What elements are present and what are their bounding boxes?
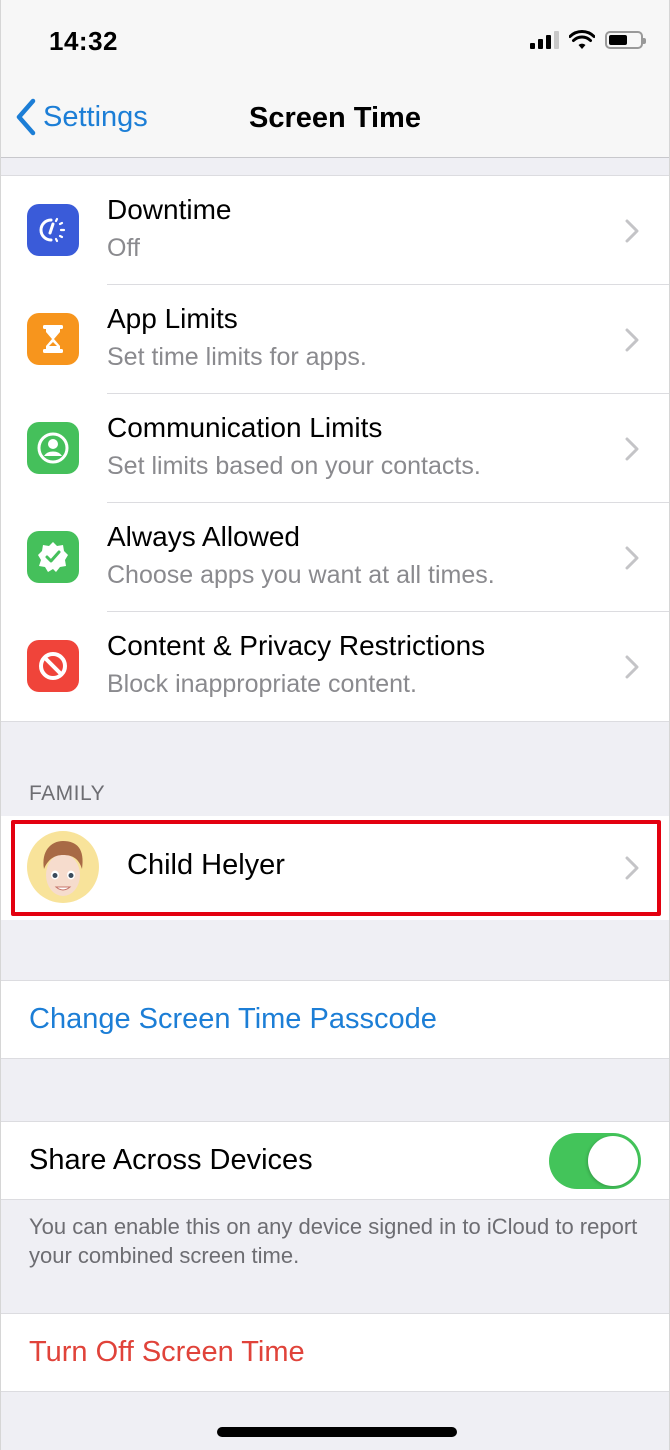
row-subtitle: Block inappropriate content. [107, 670, 417, 698]
share-across-devices-label: Share Across Devices [29, 1144, 313, 1176]
row-title: Content & Privacy Restrictions [107, 630, 486, 661]
row-title: App Limits [107, 303, 238, 334]
change-passcode-row[interactable]: Change Screen Time Passcode [1, 980, 669, 1059]
family-member-name: Child Helyer [127, 849, 285, 881]
family-section-header: FAMILY [29, 782, 106, 805]
toggle-knob [588, 1136, 638, 1186]
screen-time-settings-group: Downtime Off App Limits Set time limits … [1, 175, 669, 722]
settings-row-app-limits[interactable]: App Limits Set time limits for apps. [1, 285, 669, 394]
home-indicator[interactable] [217, 1427, 457, 1437]
row-subtitle: Choose apps you want at all times. [107, 561, 495, 589]
settings-row-downtime[interactable]: Downtime Off [1, 176, 669, 285]
navigation-bar: Settings Screen Time [1, 80, 669, 158]
family-member-row[interactable] [1, 816, 669, 920]
change-passcode-button[interactable]: Change Screen Time Passcode [29, 1003, 437, 1036]
hourglass-icon [27, 313, 79, 365]
share-across-devices-toggle[interactable] [549, 1133, 641, 1189]
chevron-right-icon [625, 219, 639, 242]
avatar [27, 831, 99, 903]
status-time: 14:32 [49, 26, 118, 56]
chevron-right-icon [625, 856, 639, 880]
chevron-right-icon [625, 655, 639, 678]
share-footer-text: You can enable this on any device signed… [29, 1214, 638, 1268]
cellular-signal-icon [530, 31, 559, 49]
downtime-icon [27, 204, 79, 256]
checkmark-badge-icon [27, 531, 79, 583]
share-across-devices-row: Share Across Devices [1, 1121, 669, 1200]
status-bar: 14:32 [1, 0, 669, 80]
chevron-right-icon [625, 437, 639, 460]
prohibited-icon [27, 640, 79, 692]
row-title: Always Allowed [107, 521, 300, 552]
contact-icon [27, 422, 79, 474]
row-title: Downtime [107, 194, 232, 225]
row-subtitle: Off [107, 234, 140, 262]
settings-row-always-allowed[interactable]: Always Allowed Choose apps you want at a… [1, 503, 669, 612]
turn-off-row[interactable]: Turn Off Screen Time [1, 1313, 669, 1392]
status-icons [530, 30, 646, 50]
settings-row-communication-limits[interactable]: Communication Limits Set limits based on… [1, 394, 669, 503]
settings-row-content-privacy[interactable]: Content & Privacy Restrictions Block ina… [1, 612, 669, 721]
row-subtitle: Set limits based on your contacts. [107, 452, 481, 480]
chevron-right-icon [625, 328, 639, 351]
row-subtitle: Set time limits for apps. [107, 343, 367, 371]
battery-icon [605, 31, 646, 49]
page-title: Screen Time [249, 102, 421, 134]
wifi-icon [569, 30, 595, 49]
row-title: Communication Limits [107, 412, 383, 443]
turn-off-screen-time-button[interactable]: Turn Off Screen Time [29, 1336, 305, 1369]
chevron-right-icon [625, 546, 639, 569]
